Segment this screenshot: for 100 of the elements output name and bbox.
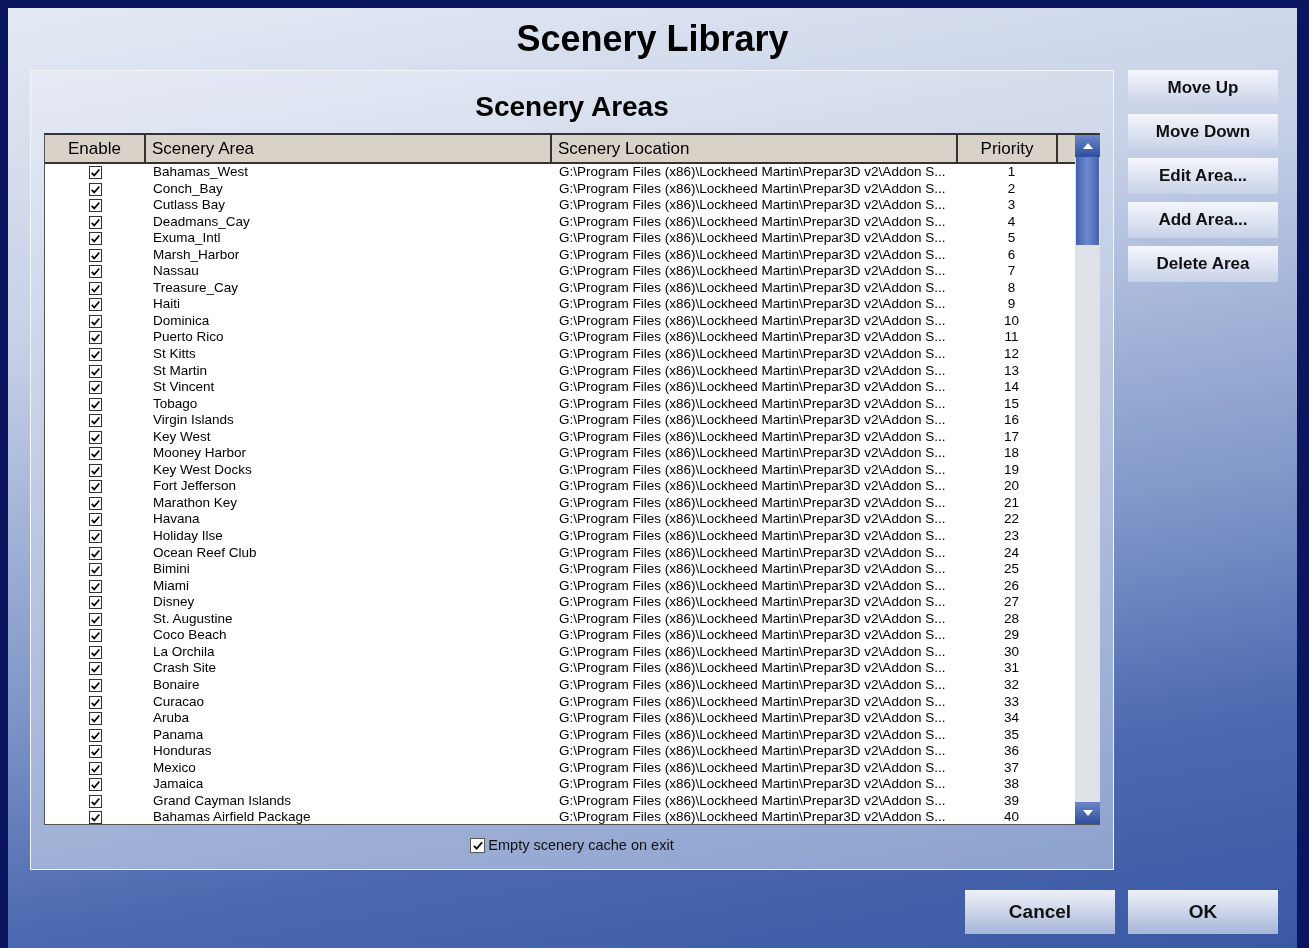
area-name-cell-text: Nassau [152,263,200,280]
priority-cell-text: 35 [1003,726,1020,744]
enable-checkbox[interactable] [89,232,102,246]
area-name-cell-text: Haiti [152,296,181,313]
enable-checkbox[interactable] [89,794,102,808]
priority-cell-text: 8 [1006,279,1017,297]
side-button[interactable]: Edit Area... [1128,158,1278,194]
scroll-up-button[interactable] [1075,135,1100,157]
scrollbar[interactable] [1075,135,1100,824]
footer-button[interactable]: Cancel [965,890,1115,934]
enable-checkbox[interactable] [89,166,102,179]
enable-checkbox[interactable] [89,695,102,709]
enable-checkbox[interactable] [89,430,102,444]
location-cell-text: G:\Program Files (x86)\Lockheed Martin\Prepar3D v2\Addon S... [558,445,947,462]
location-cell-text: G:\Program Files (x86)\Lockheed Martin\Prepar3D v2\Addon S... [558,809,947,826]
side-button[interactable]: Move Up [1128,70,1278,106]
enable-checkbox[interactable] [89,364,102,378]
enable-checkbox[interactable] [89,530,102,544]
priority-cell-text: 6 [1006,246,1017,264]
enable-checkbox[interactable] [89,645,102,659]
area-name-cell-text: St Vincent [152,379,216,396]
priority-cell-text: 23 [1003,528,1020,545]
scroll-thumb[interactable] [1076,157,1099,245]
side-button[interactable]: Add Area... [1128,202,1278,238]
priority-cell-text: 4 [1006,213,1017,231]
cache-checkbox[interactable] [470,837,486,853]
area-name-cell-text: Honduras [152,743,213,760]
enable-checkbox[interactable] [89,678,102,692]
enable-checkbox[interactable] [89,612,102,626]
priority-cell-text: 24 [1003,544,1020,562]
enable-checkbox[interactable] [89,331,102,345]
location-cell-text: G:\Program Files (x86)\Lockheed Martin\Prepar3D v2\Addon S... [558,759,947,777]
enable-checkbox[interactable] [89,397,102,411]
area-name-cell-text: Jamaica [152,776,205,793]
enable-checkbox[interactable] [89,281,102,295]
priority-cell-text: 15 [1003,395,1020,413]
area-name-cell-text: Key West Docks [152,461,253,479]
enable-checkbox[interactable] [89,314,102,328]
location-cell-text: G:\Program Files (x86)\Lockheed Martin\Prepar3D v2\Addon S... [558,379,947,396]
area-name-cell-text: Treasure_Cay [152,279,240,297]
enable-checkbox[interactable] [89,463,102,477]
area-name-cell-text: Conch_Bay [152,180,224,198]
area-name-cell-text: Bimini [152,561,191,578]
enable-checkbox[interactable] [89,199,102,213]
priority-cell-text: 10 [1003,312,1020,330]
priority-cell-text: 2 [1006,180,1017,198]
enable-checkbox[interactable] [89,728,102,742]
footer-button[interactable]: OK [1128,890,1278,934]
priority-cell-text: 33 [1003,693,1020,711]
location-cell-text: G:\Program Files (x86)\Lockheed Martin\Prepar3D v2\Addon S... [558,197,947,214]
side-button[interactable]: Move Down [1128,114,1278,150]
enable-checkbox[interactable] [89,629,102,643]
location-cell-text: G:\Program Files (x86)\Lockheed Martin\Prepar3D v2\Addon S... [558,461,947,479]
enable-checkbox[interactable] [89,662,102,676]
enable-checkbox[interactable] [89,811,102,825]
enable-checkbox[interactable] [89,182,102,196]
priority-cell-text: 18 [1003,445,1020,462]
side-button[interactable]: Delete Area [1128,246,1278,282]
location-cell-text: G:\Program Files (x86)\Lockheed Martin\Prepar3D v2\Addon S... [558,329,947,346]
area-name-cell-text: St Kitts [152,346,197,363]
area-name-cell-text: Marathon Key [152,494,239,512]
enable-checkbox[interactable] [89,563,102,577]
location-cell-text: G:\Program Files (x86)\Lockheed Martin\Prepar3D v2\Addon S... [558,213,947,231]
enable-checkbox[interactable] [89,248,102,262]
area-name-cell-text: Crash Site [152,660,218,677]
priority-cell-text: 14 [1003,379,1020,396]
area-name-cell-text: Holiday Ilse [152,528,224,545]
enable-checkbox[interactable] [89,745,102,759]
priority-cell-text: 30 [1003,643,1020,661]
area-name-cell-text: Bonaire [152,676,201,694]
enable-checkbox[interactable] [89,546,102,560]
enable-checkbox[interactable] [89,596,102,610]
enable-checkbox[interactable] [89,298,102,312]
location-cell-text: G:\Program Files (x86)\Lockheed Martin\Prepar3D v2\Addon S... [558,743,947,760]
priority-cell-text: 19 [1003,461,1020,479]
area-name-cell-text: Marsh_Harbor [152,246,241,264]
area-name-cell-text: Panama [152,726,205,744]
enable-checkbox[interactable] [89,381,102,395]
scroll-down-button[interactable] [1075,802,1100,824]
enable-checkbox[interactable] [89,712,102,726]
location-cell-text: G:\Program Files (x86)\Lockheed Martin\Prepar3D v2\Addon S... [558,594,947,611]
enable-checkbox[interactable] [89,414,102,428]
enable-checkbox[interactable] [89,761,102,775]
enable-checkbox[interactable] [89,447,102,461]
priority-cell-text: 17 [1003,428,1020,446]
enable-checkbox[interactable] [89,496,102,510]
enable-checkbox[interactable] [89,778,102,792]
enable-checkbox[interactable] [89,480,102,494]
enable-checkbox[interactable] [89,348,102,361]
priority-cell-text: 26 [1003,577,1020,595]
location-cell-text: G:\Program Files (x86)\Lockheed Martin\Prepar3D v2\Addon S... [558,528,947,545]
location-cell-text: G:\Program Files (x86)\Lockheed Martin\Prepar3D v2\Addon S... [558,230,947,247]
area-name-cell-text: Cutlass Bay [152,197,227,214]
enable-checkbox[interactable] [89,513,102,527]
enable-checkbox[interactable] [89,265,102,279]
enable-checkbox[interactable] [89,215,102,229]
priority-cell-text: 1 [1006,164,1017,181]
location-cell-text: G:\Program Files (x86)\Lockheed Martin\Prepar3D v2\Addon S... [558,412,947,429]
area-name-cell-text: Puerto Rico [152,329,225,346]
enable-checkbox[interactable] [89,579,102,593]
